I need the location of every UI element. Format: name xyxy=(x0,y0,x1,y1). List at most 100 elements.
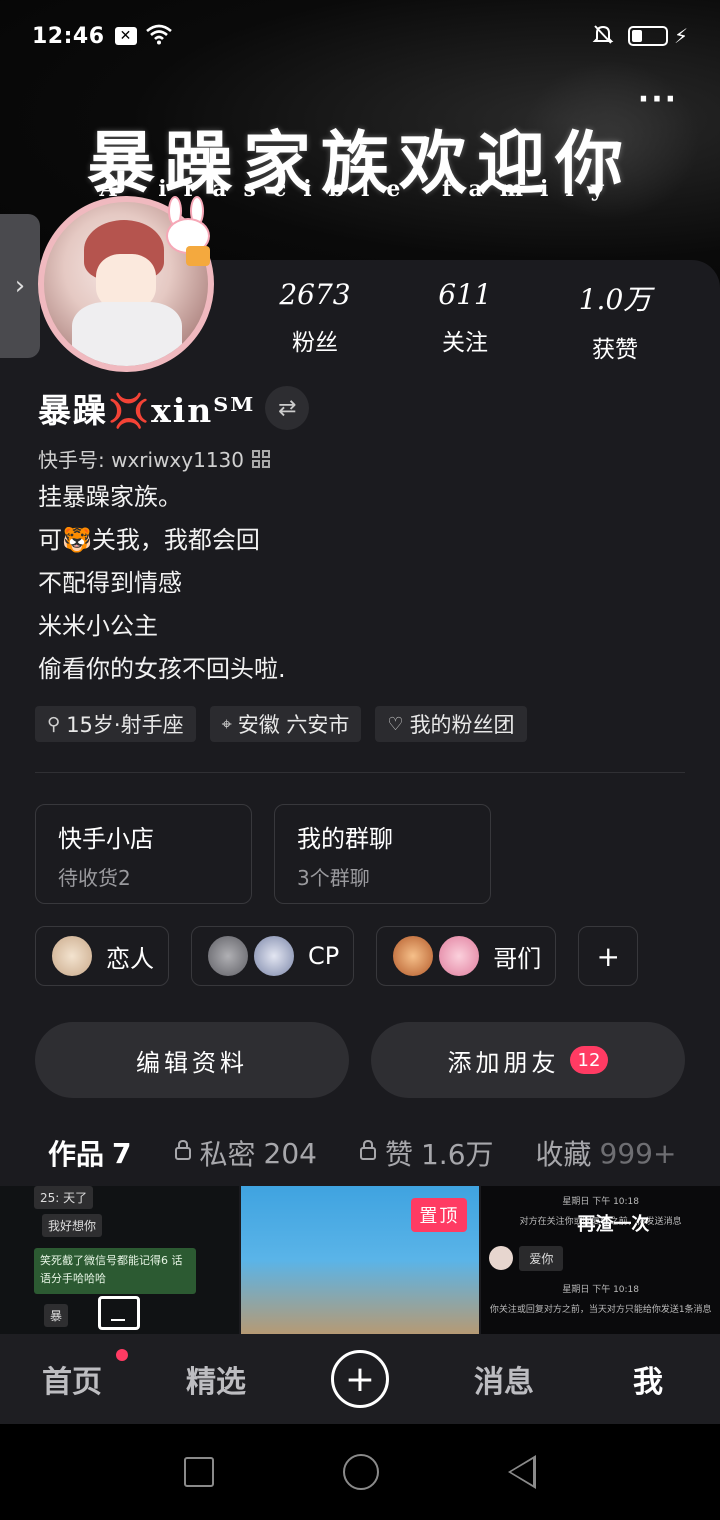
add-relation-button[interactable]: + xyxy=(578,926,639,986)
tab-count: 999+ xyxy=(599,1136,677,1170)
tab-favorites[interactable]: 收藏 999+ xyxy=(536,1133,677,1173)
kuaishou-id[interactable]: 快手号: wxriwxy1130 xyxy=(38,444,270,473)
relations-row: 恋人 CP 哥们 + xyxy=(35,926,639,986)
add-friend-button[interactable]: 添加朋友 12 xyxy=(371,1022,685,1098)
relation-label: CP xyxy=(308,942,340,970)
divider xyxy=(35,772,685,773)
avatar xyxy=(437,934,482,978)
swap-arrows-icon: ⇄ xyxy=(278,395,297,421)
relation-cp[interactable]: CP xyxy=(191,926,355,986)
nickname-row: 暴躁💢xinᵀᴹ ⇄ xyxy=(38,384,310,432)
bio-line: 可🐯关我，我都会回 xyxy=(38,526,260,554)
tag-fan-club[interactable]: ♡ 我的粉丝团 xyxy=(375,706,527,742)
chat-bubble: 笑死截了微信号都能记得6 话语分手哈哈哈 xyxy=(34,1248,196,1294)
nav-label: 首页 xyxy=(42,1365,102,1400)
plus-icon: + xyxy=(331,1350,389,1408)
chat-bubble: 暴 xyxy=(44,1304,69,1327)
relation-buddies[interactable]: 哥们 xyxy=(376,926,557,986)
bio-line: 米米小公主 xyxy=(38,612,158,640)
relation-label: 哥们 xyxy=(493,944,542,973)
recents-icon[interactable] xyxy=(184,1457,215,1487)
stat-followers[interactable]: 2673 粉丝 xyxy=(240,278,390,364)
qr-code-icon[interactable] xyxy=(252,449,270,468)
stat-value: 611 xyxy=(438,278,492,311)
profile-stats: 2673 粉丝 611 关注 1.0万 获赞 xyxy=(240,278,690,364)
system-navigation xyxy=(0,1424,720,1520)
tab-liked[interactable]: 赞 1.6万 xyxy=(359,1133,494,1173)
bunny-sticker-icon xyxy=(160,196,216,266)
tab-count: 204 xyxy=(263,1136,317,1170)
nav-messages[interactable]: 消息 xyxy=(432,1357,576,1401)
tag-label: 我的粉丝团 xyxy=(409,713,515,737)
card-title: 快手小店 xyxy=(58,825,154,853)
nav-create[interactable]: + xyxy=(288,1350,432,1408)
tab-private[interactable]: 私密 204 xyxy=(174,1133,317,1173)
stat-label: 粉丝 xyxy=(292,330,338,356)
bottom-navigation: 首页 精选 + 消息 我 xyxy=(0,1334,720,1424)
lock-icon xyxy=(174,1139,192,1167)
tag-location[interactable]: ⌖ 安徽 六安市 xyxy=(209,706,362,742)
tab-count: 7 xyxy=(112,1136,132,1170)
side-drawer-handle[interactable]: › xyxy=(0,214,40,358)
stat-likes[interactable]: 1.0万 获赞 xyxy=(540,278,690,364)
unread-dot xyxy=(116,1349,128,1361)
card-title: 我的群聊 xyxy=(297,825,393,853)
tag-label: 15岁·射手座 xyxy=(66,713,184,737)
location-pin-icon: ⌖ xyxy=(221,713,232,735)
status-time: 12:46 xyxy=(32,23,105,49)
bio-line: 挂暴躁家族。 xyxy=(38,483,182,511)
stat-label: 获赞 xyxy=(592,337,638,363)
lock-icon xyxy=(359,1139,377,1167)
more-options-button[interactable]: ··· xyxy=(638,82,678,117)
heart-icon: ♡ xyxy=(387,713,404,735)
nav-label: 我 xyxy=(633,1365,663,1400)
notification-badge: 12 xyxy=(569,1046,609,1074)
edit-profile-button[interactable]: 编辑资料 xyxy=(35,1022,349,1098)
chevron-right-icon: › xyxy=(14,271,26,301)
tab-works[interactable]: 作品 7 xyxy=(48,1133,132,1189)
avatar xyxy=(489,1246,514,1270)
stat-following[interactable]: 611 关注 xyxy=(390,278,540,364)
content-tabs: 作品 7 私密 204 赞 1.6万 收藏 999+ xyxy=(0,1120,720,1189)
relation-lover[interactable]: 恋人 xyxy=(35,926,169,986)
stat-label: 关注 xyxy=(442,330,488,356)
works-grid: 25: 天了 我好想你 笑死截了微信号都能记得6 话语分手哈哈哈 暴 置顶 星期… xyxy=(0,1186,720,1334)
bio: 挂暴躁家族。 可🐯关我，我都会回 不配得到情感 米米小公主 偷看你的女孩不回头啦… xyxy=(38,476,286,691)
chat-time: 星期日 下午 10:18 xyxy=(562,1197,640,1207)
back-icon[interactable] xyxy=(507,1455,536,1489)
tab-label: 私密 xyxy=(199,1138,256,1171)
group-chat-card[interactable]: 我的群聊 3个群聊 xyxy=(274,804,491,904)
stat-value: 1.0万 xyxy=(578,283,652,316)
overlay-text: 再渣一次 xyxy=(577,1214,650,1235)
status-bar: 12:46 ✕ ⚡ xyxy=(0,0,720,72)
tab-label: 作品 xyxy=(48,1138,105,1171)
avatar-body xyxy=(72,302,182,366)
card-subtitle: 待收货2 xyxy=(58,866,131,890)
x-box-icon: ✕ xyxy=(114,27,137,45)
chat-bubble: 25: 天了 xyxy=(34,1186,94,1209)
folder-icon xyxy=(98,1296,140,1330)
charging-bolt-icon: ⚡ xyxy=(673,24,688,48)
work-thumbnail[interactable]: 置顶 xyxy=(240,1186,480,1334)
battery-charging-icon xyxy=(627,26,668,46)
gender-icon: ⚲ xyxy=(47,713,61,735)
home-icon[interactable] xyxy=(342,1454,379,1490)
relation-label: 恋人 xyxy=(106,944,154,973)
nav-featured[interactable]: 精选 xyxy=(144,1357,288,1401)
wifi-icon xyxy=(145,23,173,49)
tag-age-zodiac[interactable]: ⚲ 15岁·射手座 xyxy=(35,706,196,742)
shop-card[interactable]: 快手小店 待收货2 xyxy=(35,804,252,904)
avatar xyxy=(391,934,436,978)
work-thumbnail[interactable]: 25: 天了 我好想你 笑死截了微信号都能记得6 话语分手哈哈哈 暴 xyxy=(0,1186,239,1334)
nav-home[interactable]: 首页 xyxy=(0,1349,144,1401)
tab-count: 1.6万 xyxy=(420,1138,494,1171)
nickname: 暴躁💢xinᵀᴹ xyxy=(38,391,256,430)
chat-time: 星期日 下午 10:18 xyxy=(562,1285,640,1295)
nav-me[interactable]: 我 xyxy=(576,1357,720,1401)
stat-value: 2673 xyxy=(279,278,351,311)
work-thumbnail[interactable]: 星期日 下午 10:18 对方在关注你或回复你之前，你发送消息 再渣一次 爱你 … xyxy=(481,1186,720,1334)
avatar xyxy=(252,934,296,978)
profile-actions: 编辑资料 添加朋友 12 xyxy=(35,1022,685,1098)
switch-account-button[interactable]: ⇄ xyxy=(265,386,310,430)
plus-icon: + xyxy=(596,939,620,973)
